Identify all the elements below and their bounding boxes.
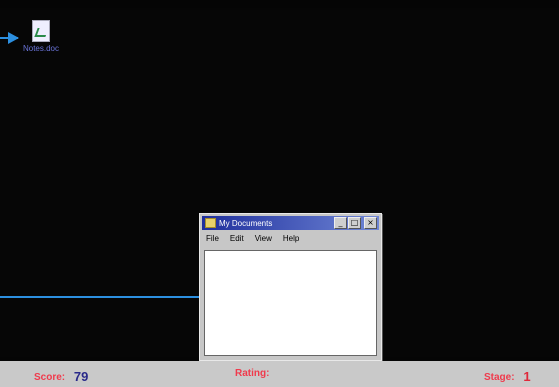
window-title: My Documents [219,218,273,228]
folder-icon [205,218,216,228]
menu-view[interactable]: View [255,234,272,243]
my-documents-window[interactable]: My Documents _ □ × File Edit View Help [199,213,382,361]
score-value: 79 [73,369,89,384]
arrow-to-icon [0,32,19,44]
menu-file[interactable]: File [206,234,219,243]
maximize-button[interactable]: □ [348,217,361,229]
game-status-bar: Score: 79 Rating: Stage: 1 [0,361,559,387]
menu-help[interactable]: Help [283,234,299,243]
menubar: File Edit View Help [200,232,381,245]
score-display: Score: 79 [34,368,89,384]
stage-value: 1 [523,369,531,384]
window-titlebar[interactable]: My Documents _ □ × [202,216,379,230]
desktop-file-icon[interactable]: Notes.doc [16,20,66,53]
stage-label: Stage: [484,372,515,383]
window-client-area[interactable] [204,250,377,356]
score-label: Score: [34,372,66,383]
desktop-icon-label: Notes.doc [22,44,60,53]
rating-display: Rating: [235,368,269,379]
menu-edit[interactable]: Edit [230,234,244,243]
rating-label: Rating: [235,368,270,379]
stage-display: Stage: 1 [484,368,531,384]
word-document-icon [32,20,50,42]
close-button[interactable]: × [364,217,377,229]
minimize-button[interactable]: _ [334,217,347,229]
arrow-head-icon [8,32,19,44]
